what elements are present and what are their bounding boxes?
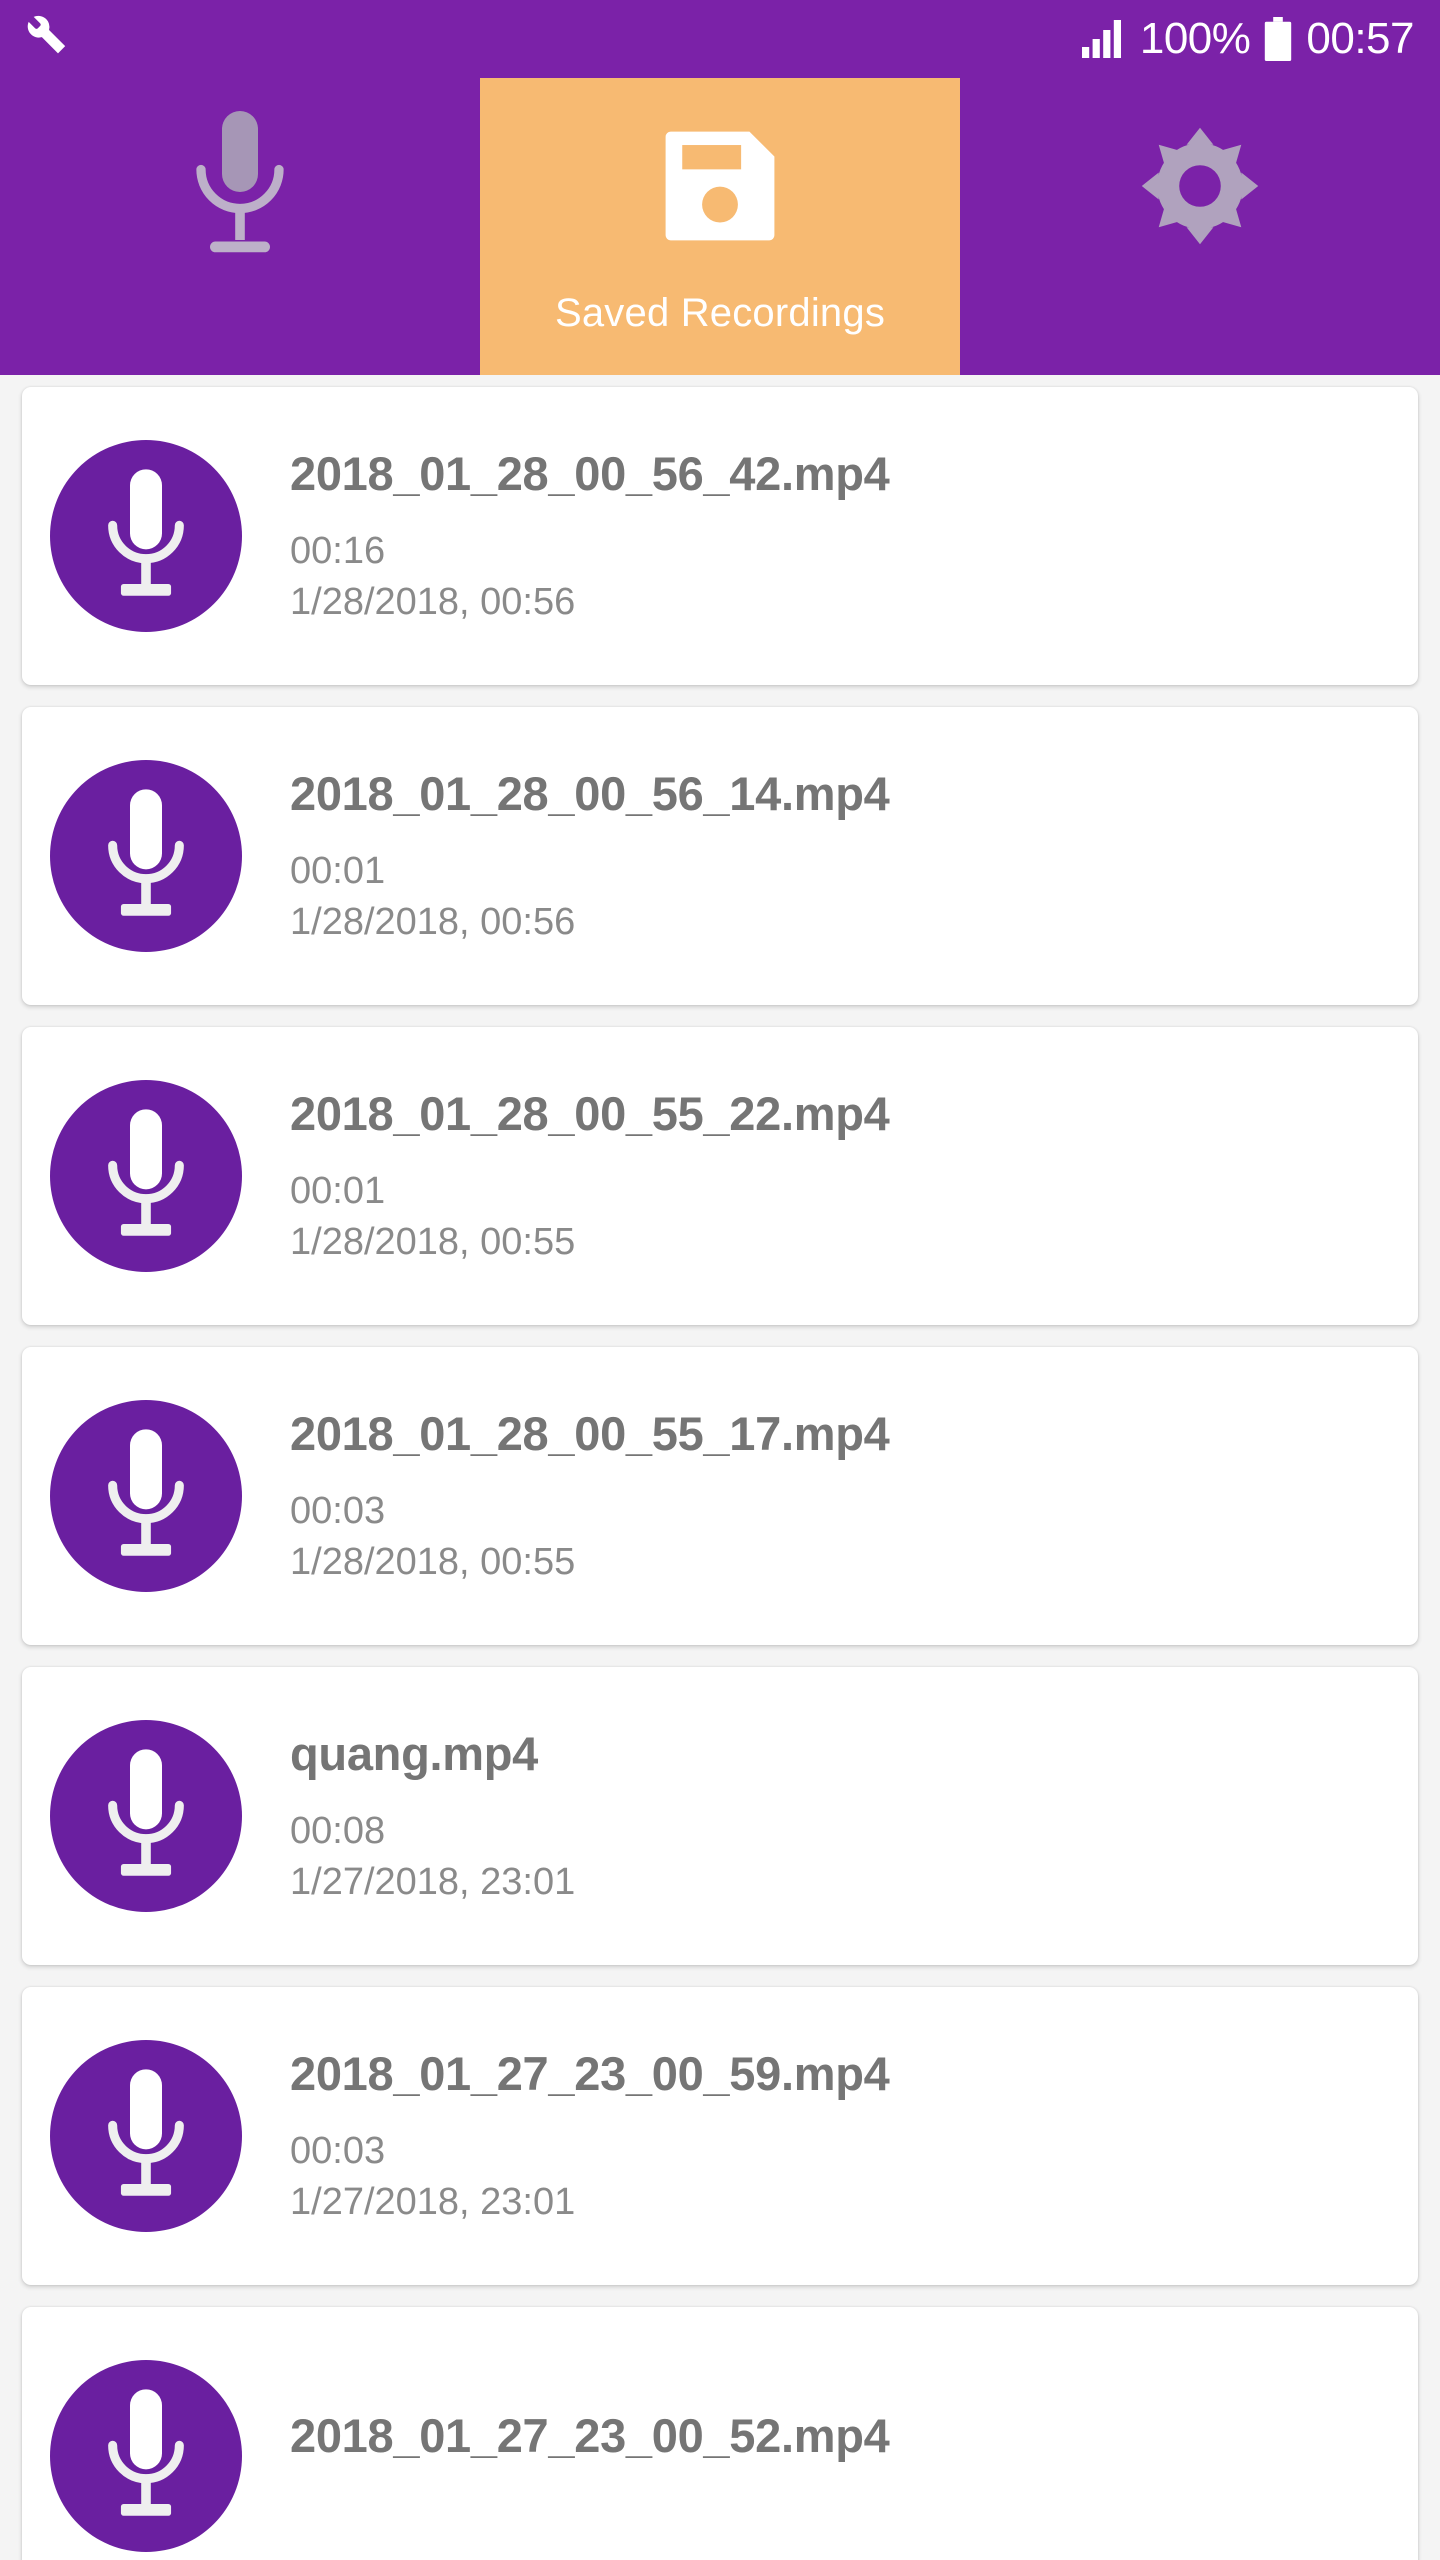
microphone-icon	[108, 789, 184, 916]
wrench-icon	[27, 15, 66, 54]
recording-list-item[interactable]: 2018_01_28_00_55_17.mp4 00:03 1/28/2018,…	[22, 1347, 1418, 1645]
tab-saved-icon-wrap	[656, 78, 784, 293]
microphone-icon	[108, 1749, 184, 1876]
signal-bars-icon	[1081, 20, 1121, 58]
recording-avatar	[50, 760, 242, 952]
microphone-icon	[108, 2069, 184, 2196]
recording-avatar	[50, 1080, 242, 1272]
recording-details: 2018_01_27_23_00_52.mp4	[242, 2411, 1418, 2500]
microphone-icon	[196, 110, 284, 252]
status-bar: 100% 00:57	[0, 0, 1440, 78]
recording-list-item[interactable]: 2018_01_27_23_00_52.mp4	[22, 2307, 1418, 2560]
recording-date: 1/28/2018, 00:56	[290, 900, 576, 943]
recording-date: 1/28/2018, 00:55	[290, 1540, 576, 1583]
tab-bar: Saved Recordings	[0, 78, 1440, 375]
recording-name: 2018_01_28_00_55_17.mp4	[290, 1406, 890, 1460]
recording-details: quang.mp4 00:08 1/27/2018, 23:01	[242, 1726, 1418, 1903]
microphone-icon	[108, 1429, 184, 1556]
status-bar-clock: 00:57	[1306, 14, 1414, 63]
battery-full-icon	[1265, 17, 1292, 61]
recording-duration: 00:16	[290, 530, 386, 573]
recording-duration: 00:01	[290, 1170, 386, 1213]
recording-name: 2018_01_28_00_56_42.mp4	[290, 446, 890, 500]
recording-details: 2018_01_27_23_00_59.mp4 00:03 1/27/2018,…	[242, 2046, 1418, 2223]
recording-duration: 00:08	[290, 1810, 386, 1853]
recording-list-item[interactable]: 2018_01_27_23_00_59.mp4 00:03 1/27/2018,…	[22, 1987, 1418, 2285]
recording-details: 2018_01_28_00_56_42.mp4 00:16 1/28/2018,…	[242, 446, 1418, 623]
recording-avatar	[50, 2360, 242, 2552]
recording-name: quang.mp4	[290, 1726, 538, 1780]
recording-avatar	[50, 2040, 242, 2232]
status-bar-left	[18, 13, 70, 65]
recording-avatar	[50, 1720, 242, 1912]
tab-saved-recordings[interactable]: Saved Recordings	[480, 78, 960, 375]
recording-duration: 00:01	[290, 850, 386, 893]
tab-saved-label: Saved Recordings	[554, 291, 886, 335]
recording-date: 1/28/2018, 00:56	[290, 580, 576, 623]
recording-avatar	[50, 440, 242, 632]
microphone-icon	[108, 1109, 184, 1236]
recording-name: 2018_01_28_00_55_22.mp4	[290, 1086, 890, 1140]
recording-date: 1/27/2018, 23:01	[290, 1860, 576, 1903]
tab-record[interactable]	[0, 78, 480, 375]
recording-name: 2018_01_28_00_56_14.mp4	[290, 766, 890, 820]
microphone-icon	[108, 2389, 184, 2516]
microphone-icon	[108, 469, 184, 596]
recording-list-item[interactable]: 2018_01_28_00_55_22.mp4 00:01 1/28/2018,…	[22, 1027, 1418, 1325]
gear-icon	[1141, 127, 1259, 244]
recording-details: 2018_01_28_00_55_17.mp4 00:03 1/28/2018,…	[242, 1406, 1418, 1583]
recordings-list[interactable]: 2018_01_28_00_56_42.mp4 00:16 1/28/2018,…	[0, 375, 1440, 2560]
tab-record-icon-wrap	[186, 78, 294, 293]
recording-name: 2018_01_27_23_00_59.mp4	[290, 2046, 890, 2100]
recording-list-item[interactable]: quang.mp4 00:08 1/27/2018, 23:01	[22, 1667, 1418, 1965]
recording-name: 2018_01_27_23_00_52.mp4	[290, 2409, 890, 2463]
recording-details: 2018_01_28_00_56_14.mp4 00:01 1/28/2018,…	[242, 766, 1418, 943]
save-floppy-icon	[665, 131, 775, 240]
recording-list-item[interactable]: 2018_01_28_00_56_14.mp4 00:01 1/28/2018,…	[22, 707, 1418, 1005]
status-bar-right: 100% 00:57	[1081, 14, 1414, 63]
recording-avatar	[50, 1400, 242, 1592]
recording-details: 2018_01_28_00_55_22.mp4 00:01 1/28/2018,…	[242, 1086, 1418, 1263]
recording-date: 1/27/2018, 23:01	[290, 2180, 576, 2223]
recording-duration: 00:03	[290, 2130, 386, 2173]
recording-duration: 00:03	[290, 1490, 386, 1533]
battery-percentage: 100%	[1139, 14, 1251, 63]
recording-list-item[interactable]: 2018_01_28_00_56_42.mp4 00:16 1/28/2018,…	[22, 387, 1418, 685]
tab-settings[interactable]	[960, 78, 1440, 375]
tab-settings-icon-wrap	[1136, 78, 1264, 293]
recording-date: 1/28/2018, 00:55	[290, 1220, 576, 1263]
